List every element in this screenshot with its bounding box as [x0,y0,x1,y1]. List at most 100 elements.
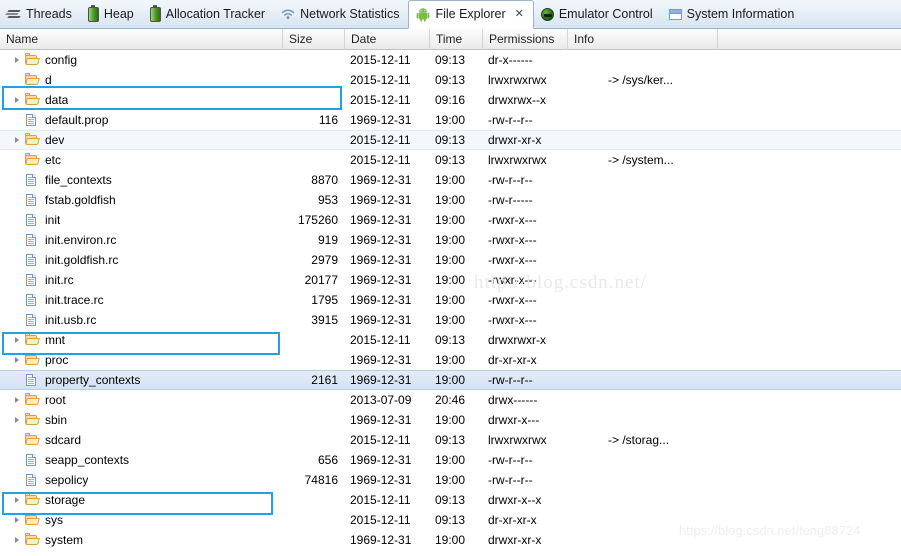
row-name-label: sdcard [45,433,81,447]
table-row[interactable]: storage2015-12-1109:13drwxr-x--x [0,490,901,510]
table-row[interactable]: sepolicy748161969-12-3119:00-rw-r--r-- [0,470,901,490]
table-row[interactable]: dev2015-12-1109:13drwxr-xr-x [0,130,901,150]
row-size: 74816 [283,473,345,487]
row-name-cell: etc [0,153,283,167]
row-name-cell: sdcard [0,433,283,447]
folder-icon [24,333,41,347]
table-row[interactable]: d2015-12-1109:13lrwxrwxrwx-> /sys/ker... [0,70,901,90]
column-header-size[interactable]: Size [283,29,345,50]
row-date: 1969-12-31 [345,233,430,247]
table-row[interactable]: init1752601969-12-3119:00-rwxr-x--- [0,210,901,230]
tab-heap[interactable]: Heap [81,0,143,28]
row-time: 19:00 [430,273,483,287]
file-icon [24,213,41,227]
column-header-permissions[interactable]: Permissions [483,29,568,50]
chevron-right-icon[interactable] [10,57,24,63]
row-permissions: drwxr-xr-x [483,533,603,547]
chevron-right-icon[interactable] [10,497,24,503]
chevron-right-icon[interactable] [10,137,24,143]
row-time: 09:16 [430,93,483,107]
tab-file-explorer[interactable]: File Explorer ✕ [408,0,533,29]
tab-network-statistics[interactable]: Network Statistics [274,0,408,28]
table-row[interactable]: etc2015-12-1109:13lrwxrwxrwx-> /system..… [0,150,901,170]
tab-threads[interactable]: Threads [0,0,81,28]
close-icon[interactable]: ✕ [515,9,524,20]
row-name-label: dev [45,133,64,147]
column-header-name[interactable]: Name [0,29,283,50]
row-time: 19:00 [430,373,483,387]
row-name-cell: init.environ.rc [0,233,283,247]
tab-label: Emulator Control [559,8,653,21]
row-name-label: sbin [45,413,67,427]
table-row[interactable]: sdcard2015-12-1109:13lrwxrwxrwx-> /stora… [0,430,901,450]
table-row[interactable]: file_contexts88701969-12-3119:00-rw-r--r… [0,170,901,190]
tab-label: Network Statistics [300,8,399,21]
table-row[interactable]: init.rc201771969-12-3119:00-rwxr-x--- [0,270,901,290]
table-row[interactable]: system1969-12-3119:00drwxr-xr-x [0,530,901,550]
table-row[interactable]: config2015-12-1109:13dr-x------ [0,50,901,70]
row-name-cell: init.goldfish.rc [0,253,283,267]
row-name-label: init.environ.rc [45,233,116,247]
wifi-icon [281,7,295,21]
table-row[interactable]: fstab.goldfish9531969-12-3119:00-rw-r---… [0,190,901,210]
row-date: 2015-12-11 [345,513,430,527]
folder-icon [24,93,41,107]
row-time: 09:13 [430,433,483,447]
chevron-right-icon[interactable] [10,517,24,523]
row-name-label: data [45,93,68,107]
column-header-info[interactable]: Info [568,29,718,50]
row-permissions: -rw-r--r-- [483,113,603,127]
tab-system-information[interactable]: System Information [662,0,804,28]
folder-icon [24,413,41,427]
row-info: -> /sys/ker... [603,73,753,87]
table-row[interactable]: default.prop1161969-12-3119:00-rw-r--r-- [0,110,901,130]
row-name-cell: init.trace.rc [0,293,283,307]
tab-allocation-tracker[interactable]: Allocation Tracker [143,0,274,28]
row-name-label: seapp_contexts [45,453,129,467]
row-permissions: lrwxrwxrwx [483,433,603,447]
row-date: 1969-12-31 [345,253,430,267]
table-row[interactable]: mnt2015-12-1109:13drwxrwxr-x [0,330,901,350]
row-name-label: config [45,53,77,67]
tab-label: File Explorer [435,8,505,21]
row-size: 175260 [283,213,345,227]
row-permissions: dr-xr-xr-x [483,353,603,367]
table-row[interactable]: sbin1969-12-3119:00drwxr-x--- [0,410,901,430]
row-name-label: storage [45,493,85,507]
row-date: 1969-12-31 [345,413,430,427]
chevron-right-icon[interactable] [10,397,24,403]
row-size: 953 [283,193,345,207]
table-row[interactable]: seapp_contexts6561969-12-3119:00-rw-r--r… [0,450,901,470]
row-date: 1969-12-31 [345,533,430,547]
table-row[interactable]: init.goldfish.rc29791969-12-3119:00-rwxr… [0,250,901,270]
row-permissions: -rwxr-x--- [483,253,603,267]
row-name-cell: init.rc [0,273,283,287]
chevron-right-icon[interactable] [10,337,24,343]
column-header-time[interactable]: Time [430,29,483,50]
table-row[interactable]: root2013-07-0920:46drwx------ [0,390,901,410]
table-row[interactable]: init.trace.rc17951969-12-3119:00-rwxr-x-… [0,290,901,310]
row-name-label: init.goldfish.rc [45,253,118,267]
chevron-right-icon[interactable] [10,357,24,363]
row-time: 09:13 [430,513,483,527]
chevron-right-icon[interactable] [10,537,24,543]
tab-emulator-control[interactable]: Emulator Control [534,0,662,28]
row-permissions: -rw-r----- [483,193,603,207]
table-row[interactable]: sys2015-12-1109:13dr-xr-xr-x [0,510,901,530]
row-time: 19:00 [430,453,483,467]
table-row[interactable]: proc1969-12-3119:00dr-xr-xr-x [0,350,901,370]
table-row[interactable]: init.usb.rc39151969-12-3119:00-rwxr-x--- [0,310,901,330]
chevron-right-icon[interactable] [10,417,24,423]
column-header-date[interactable]: Date [345,29,430,50]
row-date: 2015-12-11 [345,493,430,507]
folder-icon [24,493,41,507]
row-size: 919 [283,233,345,247]
row-time: 19:00 [430,113,483,127]
chevron-right-icon[interactable] [10,97,24,103]
heap-icon [150,7,161,22]
row-date: 2015-12-11 [345,433,430,447]
table-row[interactable]: init.environ.rc9191969-12-3119:00-rwxr-x… [0,230,901,250]
row-name-cell: storage [0,493,283,507]
table-row[interactable]: data2015-12-1109:16drwxrwx--x [0,90,901,110]
table-row[interactable]: property_contexts21611969-12-3119:00-rw-… [0,370,901,390]
